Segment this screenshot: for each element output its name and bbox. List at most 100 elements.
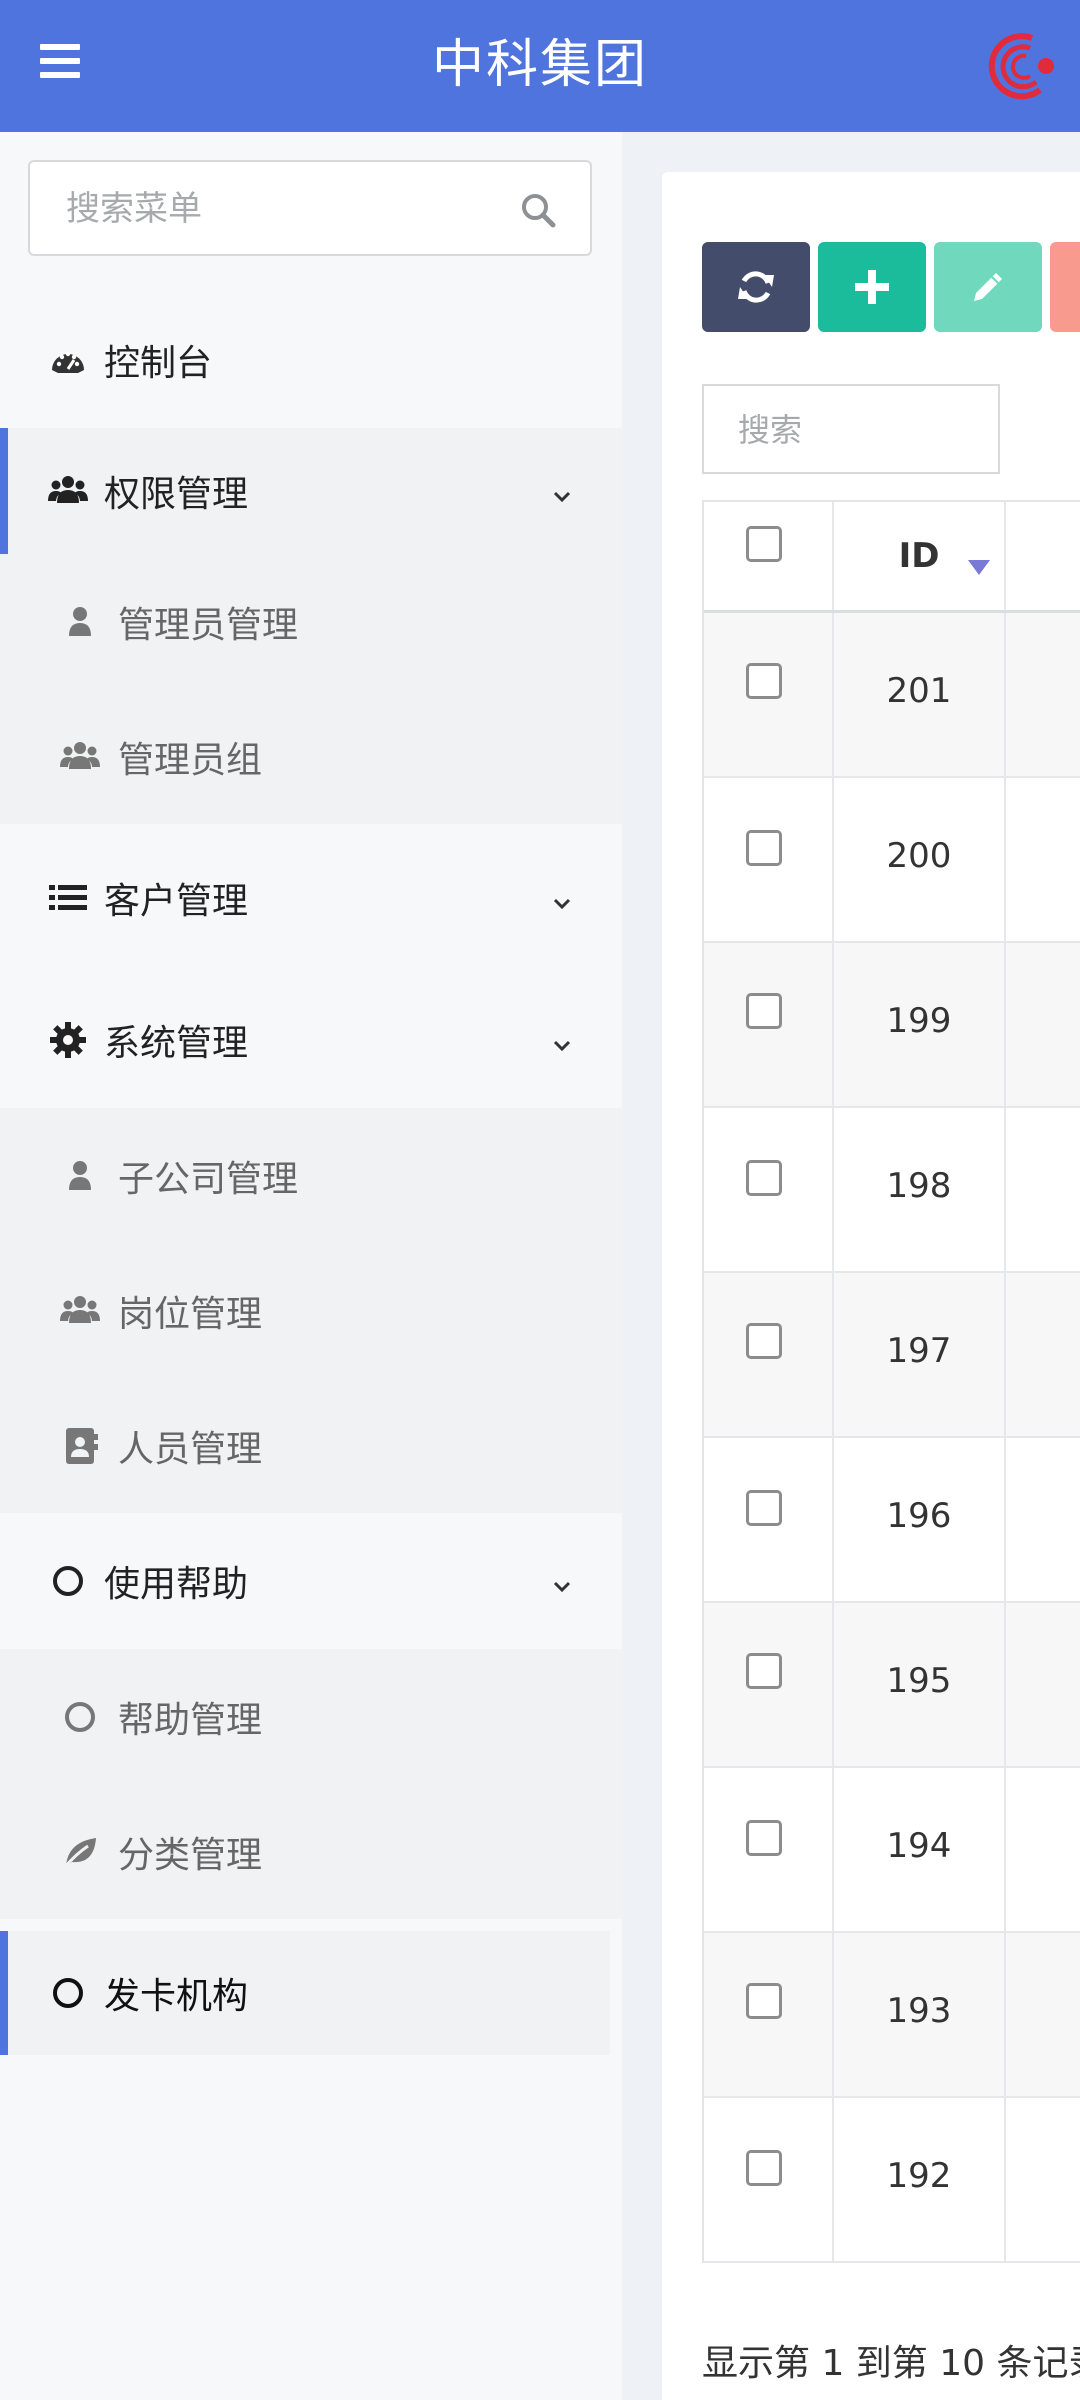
- id-value: 199: [886, 1001, 952, 1041]
- sidebar-item-label: 人员管理: [118, 1428, 263, 1470]
- sidebar-item-system[interactable]: 系统管理: [0, 972, 622, 1108]
- row-checkbox[interactable]: [746, 1820, 782, 1856]
- row-checkbox[interactable]: [746, 1160, 782, 1196]
- chevron-down-icon: [553, 491, 571, 503]
- sidebar-item-label: 管理员管理: [118, 604, 299, 646]
- table-row[interactable]: 200: [704, 778, 1080, 943]
- row-checkbox-cell: [704, 1768, 834, 1931]
- table-row[interactable]: 199: [704, 943, 1080, 1108]
- sidebar-item-customers[interactable]: 客户管理: [0, 824, 622, 972]
- row-checkbox[interactable]: [746, 1653, 782, 1689]
- id-value: 196: [886, 1496, 952, 1536]
- sidebar-item-positions[interactable]: 岗位管理: [0, 1243, 622, 1378]
- id-cell: 197: [834, 1273, 1006, 1436]
- row-checkbox[interactable]: [746, 993, 782, 1029]
- circle-icon: [53, 1978, 83, 2008]
- chevron-down-icon: [553, 1040, 571, 1052]
- submenu-system: 子公司管理 岗位管理 人员管理: [0, 1108, 622, 1513]
- plus-icon: [855, 270, 889, 304]
- sidebar-item-subsidiary[interactable]: 子公司管理: [0, 1108, 622, 1243]
- row-checkbox[interactable]: [746, 2150, 782, 2186]
- table-row[interactable]: 194首: [704, 1768, 1080, 1933]
- sidebar-item-card-issuer[interactable]: 发卡机构: [0, 1931, 610, 2055]
- sidebar-item-label: 发卡机构: [104, 1976, 249, 2017]
- id-value: 200: [886, 836, 952, 876]
- sidebar-item-admin-manage[interactable]: 管理员管理: [0, 554, 622, 689]
- sidebar-item-admin-group[interactable]: 管理员组: [0, 689, 622, 824]
- user-icon: [69, 1160, 91, 1190]
- menu-search-box: [28, 160, 592, 256]
- id-cell: 192: [834, 2098, 1006, 2261]
- id-value: 198: [886, 1166, 952, 1206]
- id-value: 192: [886, 2156, 952, 2196]
- table-row[interactable]: 197: [704, 1273, 1080, 1438]
- menu-search-input[interactable]: [64, 162, 508, 256]
- app-title: 中科集团: [431, 35, 648, 95]
- sidebar-item-label: 控制台: [104, 343, 213, 384]
- sidebar-item-label: 子公司管理: [118, 1158, 299, 1200]
- pencil-icon: [974, 273, 1002, 301]
- row-checkbox[interactable]: [746, 1490, 782, 1526]
- header-checkbox-cell: [704, 502, 834, 610]
- table-search-box: [702, 384, 1000, 474]
- delete-button[interactable]: [1050, 242, 1080, 332]
- id-value: 195: [886, 1661, 952, 1701]
- submenu-help: 帮助管理 分类管理: [0, 1649, 622, 1919]
- sidebar-item-category-manage[interactable]: 分类管理: [0, 1784, 622, 1919]
- sidebar-item-label: 客户管理: [104, 881, 249, 922]
- company-logo: [988, 33, 1054, 100]
- search-icon[interactable]: [520, 192, 556, 228]
- sidebar-item-permissions[interactable]: 权限管理: [0, 428, 622, 554]
- sidebar-item-label: 管理员组: [118, 739, 263, 781]
- id-column-header[interactable]: ID: [834, 502, 1006, 610]
- sidebar-item-dashboard[interactable]: 控制台: [0, 292, 622, 428]
- row-checkbox[interactable]: [746, 1983, 782, 2019]
- leaf-icon: [62, 1837, 96, 1869]
- pagination-summary: 显示第 1 到第 10 条记录: [702, 2343, 1080, 2384]
- row-checkbox-cell: [704, 943, 834, 1106]
- row-checkbox-cell: [704, 778, 834, 941]
- id-value: 193: [886, 1991, 952, 2031]
- sidebar-item-label: 使用帮助: [104, 1564, 249, 1605]
- sort-desc-icon[interactable]: [968, 560, 990, 575]
- table-row[interactable]: 193: [704, 1933, 1080, 2098]
- table-search-input[interactable]: [736, 386, 990, 474]
- address-book-icon: [66, 1427, 98, 1464]
- refresh-button[interactable]: [702, 242, 810, 332]
- id-value: 197: [886, 1331, 952, 1371]
- sidebar-item-staff[interactable]: 人员管理: [0, 1378, 622, 1513]
- id-cell: 196: [834, 1438, 1006, 1601]
- edit-button[interactable]: [934, 242, 1042, 332]
- table-row[interactable]: 198: [704, 1108, 1080, 1273]
- select-all-checkbox[interactable]: [746, 526, 782, 562]
- row-checkbox-cell: [704, 1438, 834, 1601]
- users-icon: [60, 741, 100, 769]
- table-row[interactable]: 192: [704, 2098, 1080, 2263]
- table-row[interactable]: 195: [704, 1603, 1080, 1768]
- sidebar-item-label: 权限管理: [104, 474, 249, 515]
- row-checkbox-cell: [704, 613, 834, 776]
- row-checkbox[interactable]: [746, 830, 782, 866]
- sidebar-item-label: 岗位管理: [118, 1293, 263, 1335]
- app-header: 中科集团: [0, 0, 1080, 132]
- sidebar-item-label: 帮助管理: [118, 1699, 263, 1741]
- id-value: 194: [886, 1826, 952, 1866]
- row-checkbox[interactable]: [746, 1323, 782, 1359]
- refresh-icon: [738, 271, 774, 303]
- sidebar-item-help[interactable]: 使用帮助: [0, 1513, 622, 1649]
- row-checkbox-cell: [704, 1933, 834, 2096]
- chevron-down-icon: [553, 1581, 571, 1593]
- row-checkbox[interactable]: [746, 663, 782, 699]
- table-row[interactable]: 201: [704, 613, 1080, 778]
- content-card: ID 201 200 199 198 197 196 195 194首 193 192 显示第 1…: [662, 172, 1080, 2400]
- gear-icon: [50, 1022, 86, 1058]
- id-cell: 193: [834, 1933, 1006, 2096]
- table-row[interactable]: 196: [704, 1438, 1080, 1603]
- table-body: 201 200 199 198 197 196 195 194首 193 192: [704, 613, 1080, 2263]
- sidebar-item-label: 分类管理: [118, 1834, 263, 1876]
- sidebar-item-help-manage[interactable]: 帮助管理: [0, 1649, 622, 1784]
- user-icon: [69, 606, 91, 636]
- sidebar-item-label: 系统管理: [104, 1023, 249, 1064]
- add-button[interactable]: [818, 242, 926, 332]
- users-icon: [60, 1295, 100, 1323]
